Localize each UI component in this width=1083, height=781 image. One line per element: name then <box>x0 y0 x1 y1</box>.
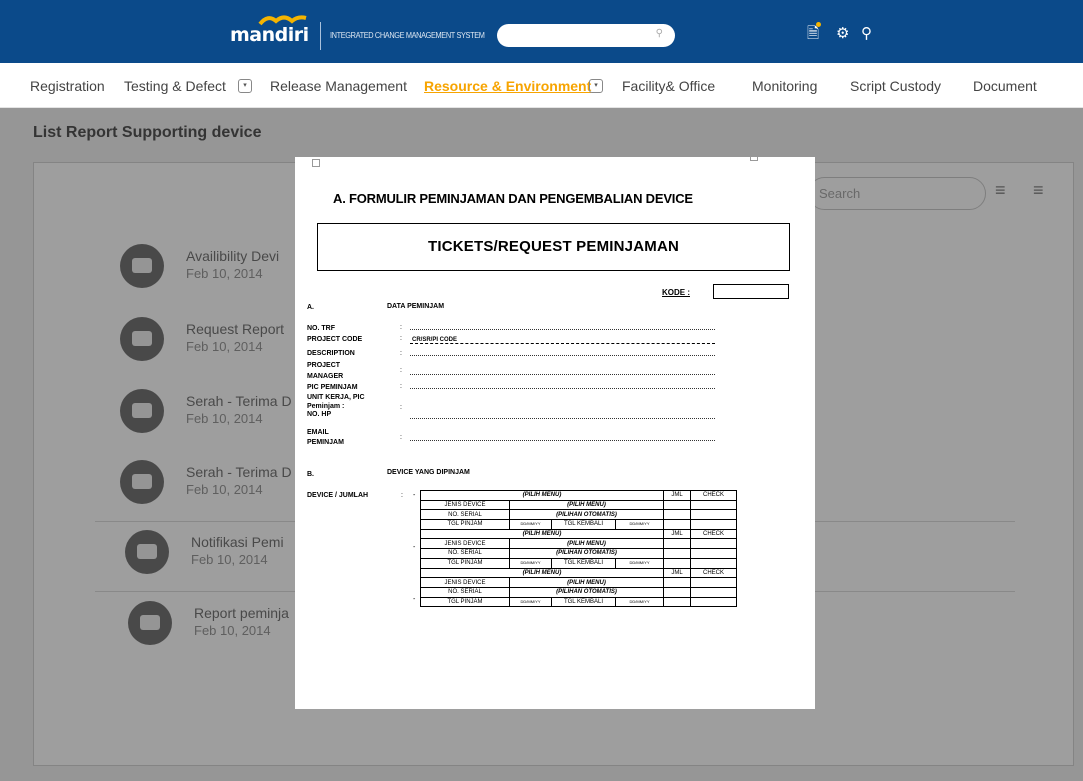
jml-header: JML <box>663 490 691 501</box>
field-line <box>410 374 715 375</box>
logo[interactable]: mandiri <box>230 24 309 46</box>
field-label: EMAIL <box>307 429 329 436</box>
main-menu: Registration Testing & Defect ▾ Release … <box>0 63 1083 108</box>
device-colon: : <box>401 492 403 499</box>
device-label: DEVICE / JUMLAH <box>307 492 369 499</box>
field-colon: : <box>400 335 402 342</box>
device-type-select: (PILIH MENU) <box>509 577 664 588</box>
serial-auto: (PILIHAN OTOMATIS) <box>509 586 664 598</box>
field-colon: : <box>400 367 402 374</box>
page-corner-mark <box>750 157 758 161</box>
field-label: PIC PEMINJAM <box>307 384 358 391</box>
tgl-kembali-label: TGL KEMBALI <box>551 557 616 569</box>
date-format: DD/MM/YY <box>615 519 664 530</box>
search-input[interactable]: ⚲ <box>497 24 675 47</box>
date-format: DD/MM/YY <box>509 596 552 608</box>
section-b-title: DEVICE YANG DIPINJAM <box>387 469 470 476</box>
check-header: CHECK <box>690 567 737 579</box>
device-table: (PILIH MENU) JML CHECK JENIS DEVICE (PILIH … <box>420 490 737 608</box>
device-type-select: (PILIH MENU) <box>509 499 664 511</box>
jenis-device-label: JENIS DEVICE <box>420 499 510 511</box>
field-label: NO. HP <box>307 411 332 418</box>
tgl-pinjam-label: TGL PINJAM <box>420 557 510 569</box>
field-line <box>410 418 715 419</box>
list-dash: - <box>413 492 416 499</box>
field-label: PROJECT CODE <box>307 336 363 343</box>
document-title: A. FORMULIR PEMINJAMAN DAN PENGEMBALIAN … <box>333 191 693 206</box>
menu-monitoring[interactable]: Monitoring <box>752 78 817 94</box>
settings-icon[interactable]: ⚙ <box>836 26 849 42</box>
page-corner-mark <box>312 159 320 167</box>
serial-auto: (PILIHAN OTOMATIS) <box>509 509 664 521</box>
jml-header: JML <box>663 567 691 579</box>
jml-header: JML <box>663 528 691 540</box>
menu-registration[interactable]: Registration <box>30 78 105 94</box>
date-format: DD/MM/YY <box>615 596 664 608</box>
field-line <box>410 388 715 389</box>
kode-label: KODE : <box>662 288 690 297</box>
chevron-down-icon[interactable]: ▾ <box>238 79 252 93</box>
device-menu-select: (PILIH MENU) <box>420 490 664 501</box>
section-a-title: DATA PEMINJAM <box>387 303 445 310</box>
tgl-pinjam-label: TGL PINJAM <box>420 596 510 608</box>
system-name: INTEGRATED CHANGE MANAGEMENT SYSTEM <box>330 31 485 40</box>
field-colon: : <box>400 404 402 411</box>
ticket-heading: TICKETS/REQUEST PEMINJAMAN <box>427 238 680 255</box>
field-label: UNIT KERJA, PIC <box>307 394 365 401</box>
field-colon: : <box>400 350 402 357</box>
section-b-number: B. <box>307 471 314 478</box>
search-icon[interactable]: ⚲ <box>656 28 663 39</box>
list-dash: - <box>413 544 416 551</box>
serial-label: NO. SERIAL <box>420 509 510 521</box>
serial-auto: (PILIHAN OTOMATIS) <box>509 548 664 559</box>
menu-testing-defect[interactable]: Testing & Defect <box>124 78 226 94</box>
user-icon[interactable]: ⚲ <box>861 26 872 42</box>
document-notification-icon[interactable]: 🗎 <box>807 26 819 42</box>
device-type-select: (PILIH MENU) <box>509 538 664 550</box>
menu-document[interactable]: Document <box>973 78 1037 94</box>
check-header: CHECK <box>690 490 737 501</box>
tgl-pinjam-label: TGL PINJAM <box>420 519 510 530</box>
jenis-device-label: JENIS DEVICE <box>420 577 510 588</box>
menu-facility-office[interactable]: Facility& Office <box>622 78 715 94</box>
kode-field <box>713 284 789 299</box>
menu-script-custody[interactable]: Script Custody <box>850 78 941 94</box>
chevron-down-icon[interactable]: ▾ <box>589 79 603 93</box>
serial-label: NO. SERIAL <box>420 548 510 559</box>
field-line <box>410 329 715 330</box>
field-colon: : <box>400 434 402 441</box>
field-line <box>410 343 715 344</box>
field-label: MANAGER <box>307 373 344 380</box>
date-format: DD/MM/YY <box>615 557 664 569</box>
field-line <box>410 355 715 356</box>
field-label: DESCRIPTION <box>307 350 355 357</box>
menu-resource-environment[interactable]: Resource & Environment <box>424 78 591 94</box>
divider <box>320 22 321 50</box>
list-dash: - <box>413 596 416 603</box>
field-label: PROJECT <box>307 362 341 369</box>
field-label: Peminjam : <box>307 403 345 410</box>
field-colon: : <box>400 383 402 390</box>
field-label: NO. TRF <box>307 325 335 332</box>
date-format: DD/MM/YY <box>509 519 552 530</box>
serial-label: NO. SERIAL <box>420 586 510 598</box>
ticket-heading-box: TICKETS/REQUEST PEMINJAMAN <box>317 223 790 271</box>
top-bar: mandiri INTEGRATED CHANGE MANAGEMENT SYS… <box>0 0 1083 63</box>
device-menu-select: (PILIH MENU) <box>420 528 664 540</box>
menu-release-management[interactable]: Release Management <box>270 78 407 94</box>
date-format: DD/MM/YY <box>509 557 552 569</box>
field-line <box>410 440 715 441</box>
check-header: CHECK <box>690 528 737 540</box>
section-a-number: A. <box>307 304 314 311</box>
tgl-kembali-label: TGL KEMBALI <box>551 596 616 608</box>
field-label: PEMINJAM <box>307 439 344 446</box>
field-colon: : <box>400 324 402 331</box>
device-menu-select: (PILIH MENU) <box>420 567 664 579</box>
tgl-kembali-label: TGL KEMBALI <box>551 519 616 530</box>
document-preview: A. FORMULIR PEMINJAMAN DAN PENGEMBALIAN … <box>295 157 815 709</box>
jenis-device-label: JENIS DEVICE <box>420 538 510 550</box>
